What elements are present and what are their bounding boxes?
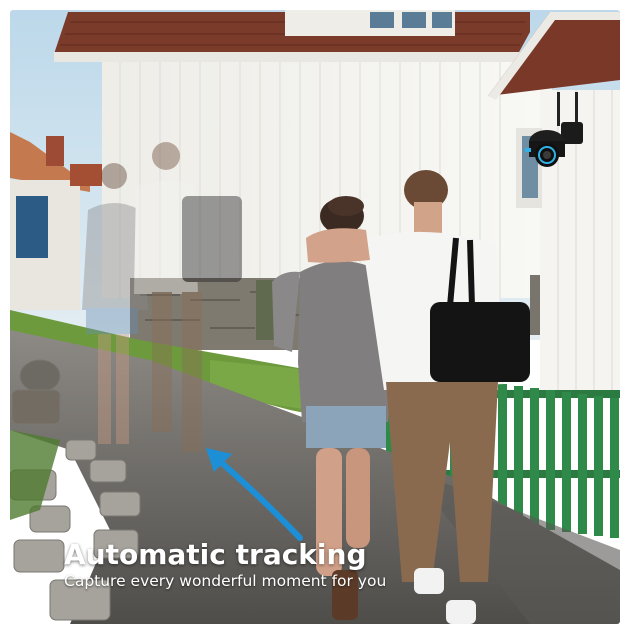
promo-caption: Automatic tracking Capture every wonderf… [64, 539, 386, 591]
product-image-frame: Automatic tracking Capture every wonderf… [0, 0, 630, 634]
subline-text: Capture every wonderful moment for you [64, 572, 387, 590]
headline-text: Automatic tracking [64, 538, 367, 571]
promo-photo [10, 10, 620, 624]
